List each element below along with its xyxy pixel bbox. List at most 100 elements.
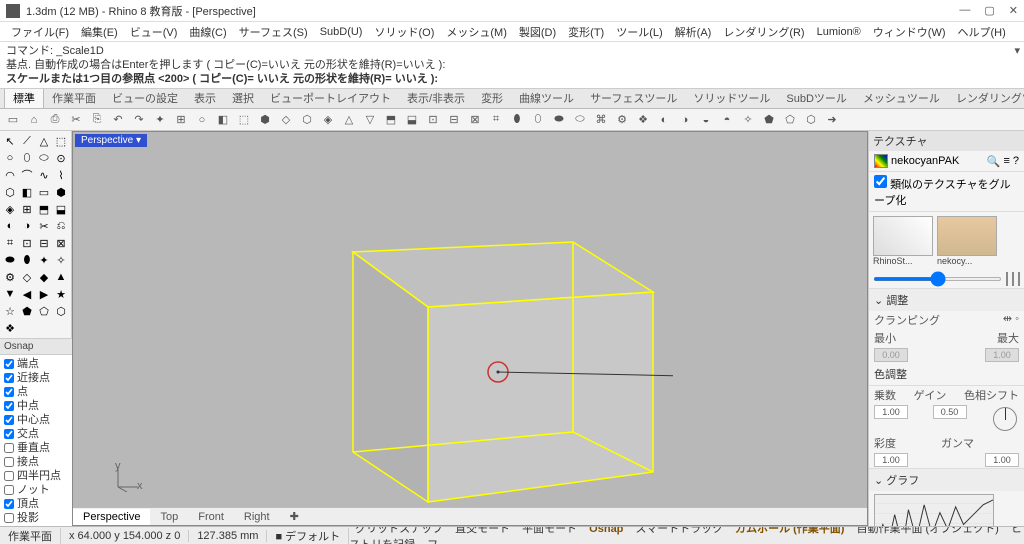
tool-button[interactable]: ⬒: [36, 201, 52, 217]
group-similar-row[interactable]: 類似のテクスチャをグループ化: [869, 172, 1024, 212]
tool-button[interactable]: ○: [2, 150, 18, 166]
toolbar-button[interactable]: ⎙: [46, 111, 64, 129]
gamma-input[interactable]: 1.00: [985, 453, 1019, 467]
menu-item[interactable]: 解析(A): [670, 22, 717, 42]
toolbar-button[interactable]: ⬡: [298, 111, 316, 129]
tool-button[interactable]: ◈: [2, 201, 18, 217]
ribbon-tab[interactable]: SubDツール: [778, 89, 855, 108]
osnap-checkbox[interactable]: [4, 485, 14, 495]
toolbar-button[interactable]: ⬬: [550, 111, 568, 129]
command-prompt[interactable]: スケールまたは1つ目の参照点 <200> ( コピー(C)= いいえ 元の形状を…: [6, 72, 1018, 86]
tool-button[interactable]: ⌒: [19, 167, 35, 183]
tool-button[interactable]: ⬬: [2, 252, 18, 268]
command-area[interactable]: コマンド: _Scale1D 基点. 自動作成の場合はEnterを押します ( …: [0, 42, 1024, 89]
gain-input[interactable]: 0.50: [933, 405, 967, 419]
osnap-item[interactable]: 交点: [4, 427, 68, 441]
close-button[interactable]: ✕: [1009, 4, 1018, 17]
menu-item[interactable]: メッシュ(M): [441, 22, 512, 42]
osnap-item[interactable]: 頂点: [4, 497, 68, 511]
maximize-button[interactable]: ▢: [984, 4, 994, 17]
graph-header[interactable]: グラフ: [869, 468, 1024, 491]
minimize-button[interactable]: —: [959, 4, 970, 17]
osnap-checkbox[interactable]: [4, 373, 14, 383]
tool-button[interactable]: ⬢: [53, 184, 69, 200]
toolbar-button[interactable]: △: [340, 111, 358, 129]
texture-thumb[interactable]: RhinoSt...: [873, 216, 933, 266]
status-toggle[interactable]: 平面モード: [516, 526, 583, 535]
osnap-checkbox[interactable]: [4, 513, 14, 523]
tool-button[interactable]: ◇: [19, 269, 35, 285]
toolbar-button[interactable]: ⊡: [424, 111, 442, 129]
menu-item[interactable]: 編集(E): [76, 22, 123, 42]
menu-item[interactable]: レンダリング(R): [718, 22, 809, 42]
toolbar-button[interactable]: ◧: [214, 111, 232, 129]
toolbar-button[interactable]: ↶: [109, 111, 127, 129]
ribbon-tab[interactable]: ビューポートレイアウト: [262, 89, 399, 108]
osnap-checkbox[interactable]: [4, 429, 14, 439]
viewport-tab[interactable]: Right: [234, 509, 280, 525]
ribbon-tab[interactable]: メッシュツール: [855, 89, 948, 108]
tool-button[interactable]: ⌇: [53, 167, 69, 183]
tool-button[interactable]: ★: [53, 286, 69, 302]
toolbar-button[interactable]: ◒: [697, 111, 715, 129]
tool-button[interactable]: ⬡: [2, 184, 18, 200]
toolbar-button[interactable]: ◈: [319, 111, 337, 129]
osnap-checkbox[interactable]: [4, 359, 14, 369]
menu-item[interactable]: ヘルプ(H): [953, 22, 1011, 42]
toolbar-button[interactable]: ⚙: [613, 111, 631, 129]
command-dropdown-icon[interactable]: ▾: [1014, 44, 1020, 58]
toolbar-button[interactable]: ⎘: [88, 111, 106, 129]
status-toggle[interactable]: スマートトラック: [629, 526, 729, 535]
tool-button[interactable]: ▼: [2, 286, 18, 302]
tool-button[interactable]: ⌗: [2, 235, 18, 251]
hue-dial[interactable]: [993, 407, 1017, 431]
toolbar-button[interactable]: ✧: [739, 111, 757, 129]
osnap-item[interactable]: 端点: [4, 357, 68, 371]
clamp-icon[interactable]: ⇹ ◦: [1003, 312, 1019, 328]
tool-button[interactable]: ⬡: [53, 303, 69, 319]
tool-button[interactable]: ⬠: [36, 303, 52, 319]
thumb-size-slider[interactable]: [873, 277, 1002, 281]
osnap-item[interactable]: 接点: [4, 455, 68, 469]
ribbon-tab[interactable]: ビューの設定: [104, 89, 186, 108]
tool-button[interactable]: ⬟: [19, 303, 35, 319]
osnap-item[interactable]: 中点: [4, 399, 68, 413]
tool-button[interactable]: ◀: [19, 286, 35, 302]
status-toggle[interactable]: Osnap: [583, 526, 629, 535]
tool-button[interactable]: ⬭: [36, 150, 52, 166]
toolbar-button[interactable]: ⬭: [571, 111, 589, 129]
toolbar-button[interactable]: ○: [193, 111, 211, 129]
ribbon-tab[interactable]: サーフェスツール: [582, 89, 685, 108]
ribbon-tab[interactable]: 選択: [224, 89, 262, 108]
tool-button[interactable]: ◠: [2, 167, 18, 183]
texture-thumb[interactable]: nekocy...: [937, 216, 997, 266]
toolbar-button[interactable]: ⬚: [235, 111, 253, 129]
toolbar-button[interactable]: ▽: [361, 111, 379, 129]
toolbar-button[interactable]: ⬯: [529, 111, 547, 129]
ribbon-tab[interactable]: 作業平面: [44, 89, 104, 108]
menu-item[interactable]: 曲線(C): [184, 22, 231, 42]
tool-button[interactable]: ⊞: [19, 201, 35, 217]
viewport-label[interactable]: Perspective: [75, 134, 147, 147]
tool-button[interactable]: ⊡: [19, 235, 35, 251]
adjust-header[interactable]: 調整: [869, 288, 1024, 311]
osnap-checkbox[interactable]: [4, 499, 14, 509]
toolbar-button[interactable]: ⬒: [382, 111, 400, 129]
menu-item[interactable]: SubD(U): [315, 24, 368, 40]
tool-button[interactable]: ✧: [53, 252, 69, 268]
ribbon-tab[interactable]: 変形: [473, 89, 511, 108]
menu-item[interactable]: ビュー(V): [125, 22, 183, 42]
ribbon-tab[interactable]: レンダリングツール: [948, 89, 1024, 108]
add-viewport-tab[interactable]: ✚: [280, 508, 309, 525]
tool-button[interactable]: ⬯: [19, 150, 35, 166]
osnap-item[interactable]: 点: [4, 385, 68, 399]
palette-icon[interactable]: [874, 154, 888, 168]
menu-item[interactable]: ファイル(F): [6, 22, 74, 42]
toolbar-button[interactable]: ◑: [676, 111, 694, 129]
tool-button[interactable]: ◆: [36, 269, 52, 285]
tool-button[interactable]: ⊠: [53, 235, 69, 251]
tool-button[interactable]: ⎌: [53, 218, 69, 234]
viewport-tab[interactable]: Perspective: [73, 509, 150, 525]
menu-item[interactable]: Lumion®: [812, 24, 866, 40]
osnap-checkbox[interactable]: [4, 387, 14, 397]
